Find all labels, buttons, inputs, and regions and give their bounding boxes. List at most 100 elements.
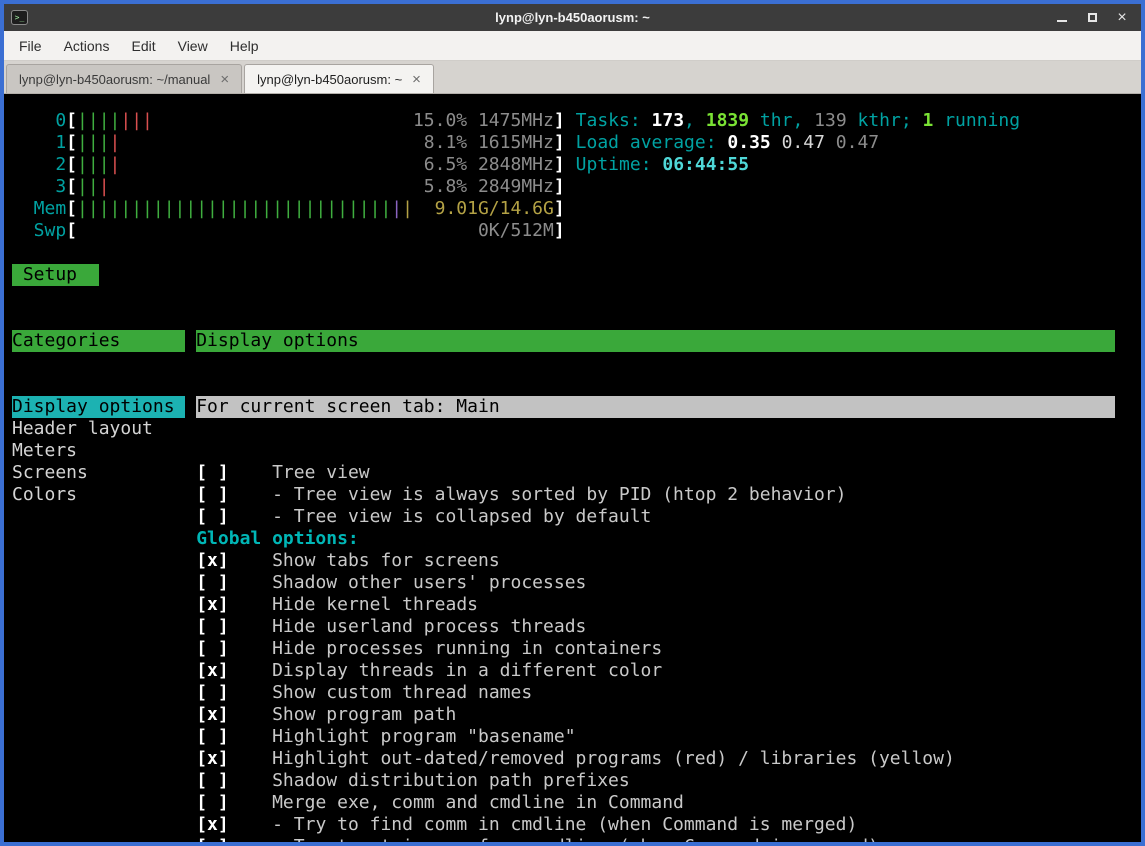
checkbox[interactable]: [ ] bbox=[196, 616, 229, 637]
category-item-colors[interactable]: Colors bbox=[12, 484, 185, 506]
menu-item-help[interactable]: Help bbox=[219, 34, 270, 58]
option-row[interactable]: [ ] - Tree view is collapsed by default bbox=[196, 506, 1115, 528]
window-title: lynp@lyn-b450aorusm: ~ bbox=[4, 10, 1141, 25]
option-row[interactable]: [ ] Shadow distribution path prefixes bbox=[196, 770, 1115, 792]
window-controls: × bbox=[1055, 11, 1141, 25]
close-button[interactable]: × bbox=[1115, 11, 1129, 25]
menubar: FileActionsEditViewHelp bbox=[4, 31, 1141, 61]
checkbox[interactable]: [x] bbox=[196, 594, 229, 615]
option-row[interactable]: [x] Hide kernel threads bbox=[196, 594, 1115, 616]
setup-tab-label: Setup bbox=[12, 264, 99, 286]
checkbox[interactable]: [ ] bbox=[196, 506, 229, 527]
checkbox[interactable]: [ ] bbox=[196, 462, 229, 483]
checkbox[interactable]: [ ] bbox=[196, 682, 229, 703]
meter-0: 0[|||||||15.0% 1475MHz] bbox=[12, 110, 565, 132]
checkbox[interactable]: [x] bbox=[196, 836, 229, 842]
category-item-meters[interactable]: Meters bbox=[12, 440, 185, 462]
menu-item-edit[interactable]: Edit bbox=[120, 34, 166, 58]
option-row[interactable]: [ ] Show custom thread names bbox=[196, 682, 1115, 704]
blank-line bbox=[12, 242, 1141, 264]
option-label: Show program path bbox=[272, 704, 456, 725]
option-row[interactable]: [x] - Try to strip exe from cmdline (whe… bbox=[196, 836, 1115, 842]
titlebar[interactable]: >_ lynp@lyn-b450aorusm: ~ × bbox=[4, 4, 1141, 31]
terminal-tab-1[interactable]: lynp@lyn-b450aorusm: ~/manual × bbox=[6, 64, 242, 93]
terminal-app-icon[interactable]: >_ bbox=[11, 10, 28, 25]
terminal-tab-2[interactable]: lynp@lyn-b450aorusm: ~ × bbox=[244, 64, 434, 93]
option-row[interactable]: [ ] Hide processes running in containers bbox=[196, 638, 1115, 660]
option-row[interactable]: [ ] Merge exe, comm and cmdline in Comma… bbox=[196, 792, 1115, 814]
checkbox[interactable]: [ ] bbox=[196, 792, 229, 813]
meters: 0[|||||||15.0% 1475MHz]1[||||8.1% 1615MH… bbox=[12, 110, 565, 242]
meter-label: 1 bbox=[12, 132, 66, 154]
meter-bars: ||| bbox=[77, 176, 110, 198]
terminal[interactable]: 0[|||||||15.0% 1475MHz]1[||||8.1% 1615MH… bbox=[4, 94, 1141, 842]
option-label: - Tree view is always sorted by PID (hto… bbox=[272, 484, 846, 505]
checkbox[interactable]: [ ] bbox=[196, 726, 229, 747]
option-label: Display threads in a different color bbox=[272, 660, 662, 681]
meter-bar: |||||||||||||||||||||||||||||||9.01G/14.… bbox=[77, 198, 554, 220]
option-row[interactable]: [ ] Tree view bbox=[196, 462, 1115, 484]
load-average-line: Load average: 0.35 0.47 0.47 bbox=[576, 132, 1020, 154]
category-item-header-layout[interactable]: Header layout bbox=[12, 418, 185, 440]
tab-title: lynp@lyn-b450aorusm: ~ bbox=[257, 72, 402, 87]
meter-bars: |||| bbox=[77, 132, 120, 154]
option-row[interactable]: [x] - Try to find comm in cmdline (when … bbox=[196, 814, 1115, 836]
restore-button[interactable] bbox=[1085, 11, 1099, 25]
option-label: Tree view bbox=[272, 462, 370, 483]
option-row[interactable]: [x] Display threads in a different color bbox=[196, 660, 1115, 682]
option-label: - Try to find comm in cmdline (when Comm… bbox=[272, 814, 857, 835]
restore-icon bbox=[1088, 13, 1097, 22]
summary: Tasks: 173, 1839 thr, 139 kthr; 1 runnin… bbox=[576, 110, 1020, 242]
checkbox[interactable]: [x] bbox=[196, 814, 229, 835]
meter-1: 1[||||8.1% 1615MHz] bbox=[12, 132, 565, 154]
menu-item-actions[interactable]: Actions bbox=[53, 34, 121, 58]
tab-close-icon[interactable]: × bbox=[220, 72, 229, 87]
htop-header: 0[|||||||15.0% 1475MHz]1[||||8.1% 1615MH… bbox=[12, 110, 1141, 242]
screen-tab-row[interactable]: For current screen tab: Main bbox=[196, 396, 1115, 418]
checkbox[interactable]: [x] bbox=[196, 660, 229, 681]
meter-label: 3 bbox=[12, 176, 66, 198]
options-list: [ ] Tree view[ ] - Tree view is always s… bbox=[196, 462, 1115, 842]
meter-label: Mem bbox=[12, 198, 66, 220]
category-item-display-options[interactable]: Display options bbox=[12, 396, 185, 418]
setup-header-row: Setup bbox=[12, 264, 1141, 286]
menu-item-file[interactable]: File bbox=[8, 34, 53, 58]
option-row[interactable]: [ ] Highlight program "basename" bbox=[196, 726, 1115, 748]
option-row[interactable]: [x] Highlight out-dated/removed programs… bbox=[196, 748, 1115, 770]
meter-2: 2[||||6.5% 2848MHz] bbox=[12, 154, 565, 176]
category-item-screens[interactable]: Screens bbox=[12, 462, 185, 484]
menu-item-view[interactable]: View bbox=[167, 34, 219, 58]
checkbox[interactable]: [ ] bbox=[196, 638, 229, 659]
checkbox[interactable]: [ ] bbox=[196, 770, 229, 791]
tab-close-icon[interactable]: × bbox=[412, 72, 421, 87]
display-options-panel: Display options For current screen tab: … bbox=[196, 286, 1115, 842]
checkbox[interactable]: [ ] bbox=[196, 484, 229, 505]
option-label: - Try to strip exe from cmdline (when Co… bbox=[272, 836, 879, 842]
checkbox[interactable]: [x] bbox=[196, 704, 229, 725]
tab-title: lynp@lyn-b450aorusm: ~/manual bbox=[19, 72, 210, 87]
option-label: Highlight out-dated/removed programs (re… bbox=[272, 748, 955, 769]
minimize-button[interactable] bbox=[1055, 11, 1069, 25]
meter-bars: |||| bbox=[77, 154, 120, 176]
option-label: Show custom thread names bbox=[272, 682, 532, 703]
meter-bars: ||||||||||||||||||||||||||||||| bbox=[77, 198, 413, 220]
option-label: Hide processes running in containers bbox=[272, 638, 662, 659]
uptime-line: Uptime: 06:44:55 bbox=[576, 154, 1020, 176]
checkbox[interactable]: [x] bbox=[196, 748, 229, 769]
checkbox[interactable]: [x] bbox=[196, 550, 229, 571]
meter-label: 0 bbox=[12, 110, 66, 132]
meter-mem: Mem[|||||||||||||||||||||||||||||||9.01G… bbox=[12, 198, 565, 220]
categories-header: Categories bbox=[12, 330, 185, 352]
option-row[interactable]: [ ] Shadow other users' processes bbox=[196, 572, 1115, 594]
option-row[interactable]: [ ] Hide userland process threads bbox=[196, 616, 1115, 638]
option-label: Highlight program "basename" bbox=[272, 726, 575, 747]
options-section-header: Global options: bbox=[196, 528, 1115, 550]
options-panel-header: Display options bbox=[196, 330, 1115, 352]
terminal-window: >_ lynp@lyn-b450aorusm: ~ × FileActionsE… bbox=[0, 0, 1145, 846]
meter-value: 5.8% 2849MHz bbox=[424, 176, 554, 198]
option-row[interactable]: [ ] - Tree view is always sorted by PID … bbox=[196, 484, 1115, 506]
option-row[interactable]: [x] Show program path bbox=[196, 704, 1115, 726]
option-row[interactable]: [x] Show tabs for screens bbox=[196, 550, 1115, 572]
meter-label: Swp bbox=[12, 220, 66, 242]
checkbox[interactable]: [ ] bbox=[196, 572, 229, 593]
